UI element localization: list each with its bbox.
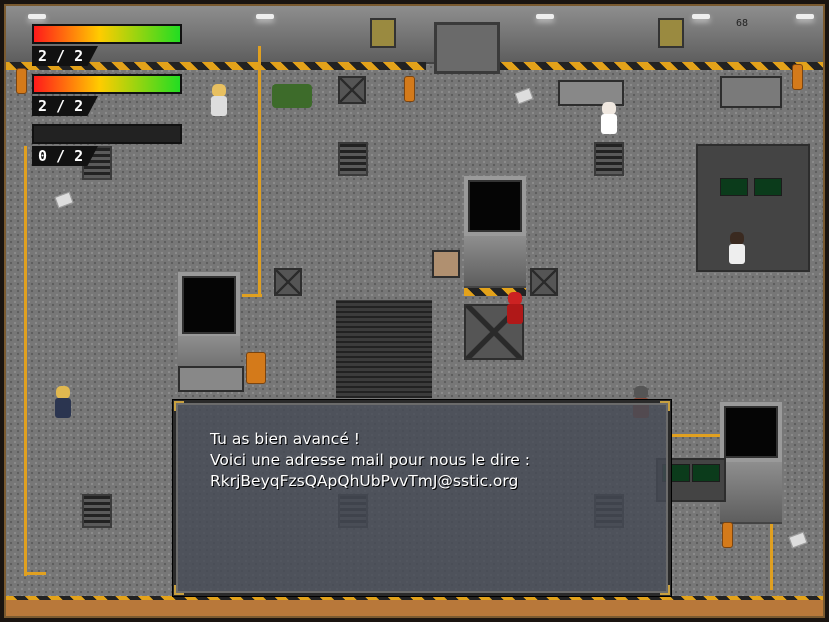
bottom-wall [6, 600, 823, 616]
pipe [24, 572, 46, 575]
dialog-corner [660, 401, 670, 411]
metal-crate[interactable] [338, 76, 366, 104]
pipe [24, 146, 27, 576]
npc-technician[interactable] [726, 232, 748, 264]
elevator-shaft[interactable] [178, 272, 240, 338]
shaft-wall [464, 236, 526, 288]
warning-sign-icon [658, 18, 684, 48]
dialog-text: Tu as bien avancé ! Voici une adresse ma… [210, 429, 530, 492]
gas-canister [16, 68, 27, 94]
npc-scientist[interactable] [598, 102, 620, 134]
scattered-paper [54, 191, 74, 209]
floor-vent [338, 142, 368, 176]
health-bar [32, 124, 182, 144]
scattered-paper [788, 531, 808, 549]
monitor-screen [754, 178, 782, 196]
dialog-corner [174, 401, 184, 411]
lab-bench[interactable] [178, 366, 244, 392]
health-bar [32, 74, 182, 94]
hud-value: 0 / 2 [38, 147, 84, 165]
npc-blonde-worker[interactable] [208, 84, 230, 116]
table [720, 76, 782, 108]
dialog-corner [660, 585, 670, 595]
blast-door[interactable] [434, 22, 500, 74]
monitor-screen [720, 178, 748, 196]
warning-sign-icon [370, 18, 396, 48]
floor-grate [336, 300, 432, 398]
computer-console[interactable] [696, 144, 810, 272]
pipe [242, 294, 262, 297]
floor-vent [82, 494, 112, 528]
health-bar-fill [34, 76, 180, 92]
npc-blonde-suit[interactable] [52, 386, 74, 418]
dialog-box[interactable]: Tu as bien avancé ! Voici une adresse ma… [173, 400, 671, 596]
hazard-stripe [486, 62, 823, 70]
player-character[interactable] [504, 292, 526, 324]
scattered-paper [514, 87, 534, 105]
ceiling-lamp [256, 14, 274, 19]
pipe [258, 46, 261, 296]
metal-crate[interactable] [530, 268, 558, 296]
shaft-wall [720, 462, 782, 524]
hud-value: 2 / 2 [38, 47, 84, 65]
health-bar [32, 24, 182, 44]
wall-number: 68 [736, 18, 749, 29]
elevator-shaft[interactable] [720, 402, 782, 462]
green-bags [272, 84, 312, 108]
ceiling-lamp [796, 14, 814, 19]
metal-crate[interactable] [274, 268, 302, 296]
elevator-shaft[interactable] [464, 176, 526, 236]
monitor-screen [692, 464, 720, 482]
gas-canister [404, 76, 415, 102]
health-bar-fill [34, 26, 180, 42]
dialog-line: Tu as bien avancé ! [210, 430, 360, 448]
floor-vent [594, 142, 624, 176]
hud-value: 2 / 2 [38, 97, 84, 115]
dialog-line: RkrjBeyqFzsQApQhUbPvvTmJ@sstic.org [210, 472, 519, 490]
ceiling-lamp [536, 14, 554, 19]
dialog-corner [174, 585, 184, 595]
cardboard-box[interactable] [432, 250, 460, 278]
orange-barrel[interactable] [246, 352, 266, 384]
gas-canister [722, 522, 733, 548]
game-window: 68 2 / 2 2 / 2 0 / 2 Tu as bien avancé !… [4, 4, 825, 618]
ceiling-lamp [692, 14, 710, 19]
dialog-line: Voici une adresse mail pour nous le dire… [210, 451, 530, 469]
pipe [666, 434, 722, 437]
gas-canister [792, 64, 803, 90]
ceiling-lamp [28, 14, 46, 19]
